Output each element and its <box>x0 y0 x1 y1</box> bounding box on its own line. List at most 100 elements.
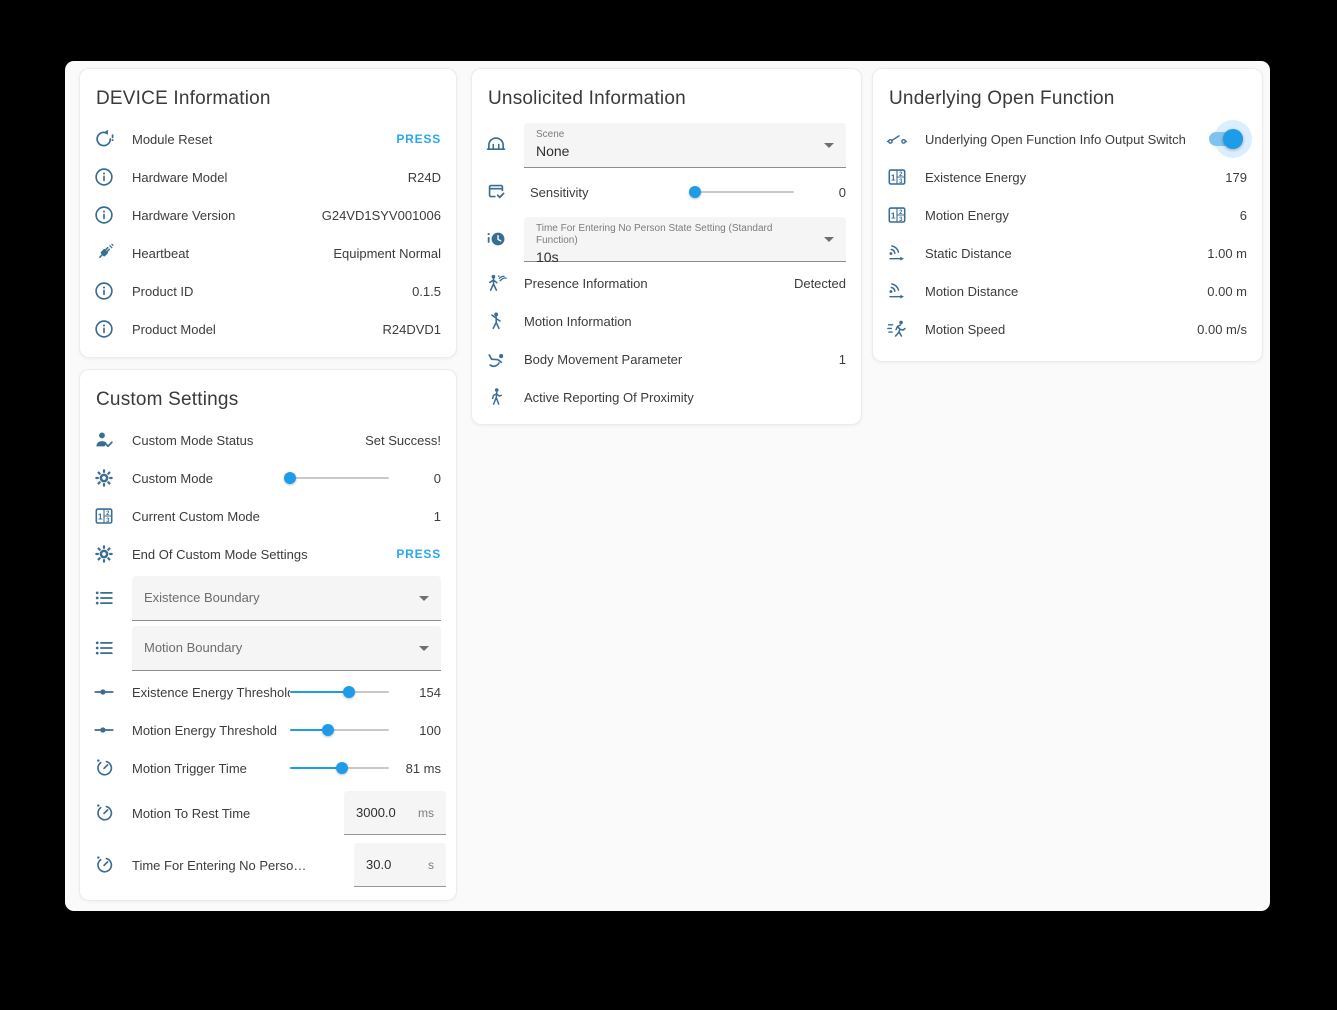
info-icon <box>92 317 116 341</box>
row-value: Equipment Normal <box>333 246 441 261</box>
slider-threshold-icon <box>92 680 116 704</box>
run-fast-icon <box>885 317 909 341</box>
row-info-output-switch: Underlying Open Function Info Output Swi… <box>873 120 1262 158</box>
row-presence-information: Presence Information Detected <box>472 264 861 302</box>
input-unit: s <box>428 858 434 872</box>
row-label: End Of Custom Mode Settings <box>132 547 396 562</box>
toggle-thumb[interactable] <box>1223 129 1243 149</box>
trigger-time-value: 81 ms <box>397 761 441 776</box>
motion-energy-threshold-slider-row: Motion Energy Threshold 100 <box>80 711 456 749</box>
row-label: Presence Information <box>524 276 794 291</box>
slider-fill <box>290 767 342 769</box>
slider-thumb[interactable] <box>322 724 334 736</box>
numeric-123-icon <box>885 165 909 189</box>
row-label: Time For Entering No Perso… <box>132 858 344 873</box>
row-label: Body Movement Parameter <box>524 352 839 367</box>
page-title-device-information: DEVICE Information <box>80 69 456 120</box>
no-person-time-select-row: Time For Entering No Person State Settin… <box>472 214 861 264</box>
existence-energy-threshold-slider-row: Existence Energy Threshold 154 <box>80 673 456 711</box>
timer-icon <box>92 853 116 877</box>
select-label: Scene <box>536 129 812 141</box>
row-product-id: Product ID 0.1.5 <box>80 272 456 310</box>
scene-select[interactable]: Scene None <box>524 123 846 168</box>
existence-boundary-select-row: Existence Boundary <box>80 573 456 623</box>
row-body-movement-parameter: Body Movement Parameter 1 <box>472 340 861 378</box>
existence-energy-threshold-slider[interactable] <box>290 685 389 699</box>
row-label: Product ID <box>132 284 412 299</box>
row-existence-energy: Existence Energy 179 <box>873 158 1262 196</box>
row-value: 1 <box>839 352 846 367</box>
row-motion-speed: Motion Speed 0.00 m/s <box>873 310 1262 348</box>
row-value: 1 <box>434 509 441 524</box>
input-value: 3000.0 <box>356 805 396 820</box>
gear-icon <box>92 542 116 566</box>
select-label: Time For Entering No Person State Settin… <box>536 223 812 247</box>
input-value: 30.0 <box>366 857 391 872</box>
motion-boundary-select-row: Motion Boundary <box>80 623 456 673</box>
info-icon <box>92 165 116 189</box>
chevron-down-icon <box>824 143 834 148</box>
row-value: 1.00 m <box>1207 246 1247 261</box>
row-heartbeat: Heartbeat Equipment Normal <box>80 234 456 272</box>
info-icon <box>92 279 116 303</box>
module-reset-press-button[interactable]: PRESS <box>396 132 441 146</box>
row-label: Motion Energy Threshold <box>132 723 290 738</box>
slider-thumb[interactable] <box>284 472 296 484</box>
row-label: Custom Mode <box>132 471 290 486</box>
row-end-of-custom-mode-settings: End Of Custom Mode Settings PRESS <box>80 535 456 573</box>
row-label: Hardware Model <box>132 170 408 185</box>
row-label: Motion Speed <box>925 322 1197 337</box>
row-label: Motion Trigger Time <box>132 761 290 776</box>
row-motion-information: Motion Information <box>472 302 861 340</box>
signal-distance-icon <box>885 241 909 265</box>
chevron-down-icon <box>419 596 429 601</box>
row-label: Underlying Open Function Info Output Swi… <box>925 132 1199 147</box>
walking-person-icon <box>484 385 508 409</box>
sensitivity-value: 0 <box>802 185 846 200</box>
motion-trigger-time-slider-row: Motion Trigger Time 81 ms <box>80 749 456 787</box>
slider-track[interactable] <box>290 477 389 479</box>
row-static-distance: Static Distance 1.00 m <box>873 234 1262 272</box>
threshold-value: 100 <box>397 723 441 738</box>
custom-settings-card: Custom Settings Custom Mode Status Set S… <box>79 369 457 901</box>
unsolicited-information-card: Unsolicited Information Scene None Sensi… <box>471 68 862 425</box>
row-value: 0.00 m <box>1207 284 1247 299</box>
motion-trigger-time-slider[interactable] <box>290 761 389 775</box>
scene-select-row: Scene None <box>472 120 861 170</box>
clock-dots-icon <box>484 227 508 251</box>
restart-alert-icon <box>92 127 116 151</box>
row-value: 179 <box>1225 170 1247 185</box>
account-check-icon <box>92 428 116 452</box>
slider-thumb[interactable] <box>689 186 701 198</box>
motion-to-rest-time-input[interactable]: 3000.0 ms <box>344 791 446 835</box>
existence-boundary-select[interactable]: Existence Boundary <box>132 576 441 621</box>
info-icon <box>92 203 116 227</box>
select-label: Motion Boundary <box>144 640 242 655</box>
sensitivity-slider-row: Sensitivity 0 <box>472 170 861 214</box>
select-value: 10s <box>536 249 812 265</box>
row-custom-mode-status: Custom Mode Status Set Success! <box>80 421 456 459</box>
row-label: Hardware Version <box>132 208 322 223</box>
gear-icon <box>92 466 116 490</box>
row-module-reset: Module Reset PRESS <box>80 120 456 158</box>
motion-energy-threshold-slider[interactable] <box>290 723 389 737</box>
timer-icon <box>92 801 116 825</box>
end-custom-mode-press-button[interactable]: PRESS <box>396 547 441 561</box>
motion-boundary-select[interactable]: Motion Boundary <box>132 626 441 671</box>
custom-mode-slider[interactable] <box>290 471 389 485</box>
no-person-time-input[interactable]: 30.0 s <box>354 843 446 887</box>
electric-switch-icon <box>885 127 909 151</box>
input-unit: ms <box>418 806 434 820</box>
select-value: None <box>536 143 812 159</box>
no-person-time-select[interactable]: Time For Entering No Person State Settin… <box>524 217 846 262</box>
slider-thumb[interactable] <box>336 762 348 774</box>
select-label: Existence Boundary <box>144 590 260 605</box>
slider-track[interactable] <box>695 191 794 193</box>
row-motion-distance: Motion Distance 0.00 m <box>873 272 1262 310</box>
row-label: Active Reporting Of Proximity <box>524 390 846 405</box>
row-product-model: Product Model R24DVD1 <box>80 310 456 348</box>
sensitivity-slider[interactable] <box>695 185 794 199</box>
slider-thumb[interactable] <box>343 686 355 698</box>
row-motion-energy: Motion Energy 6 <box>873 196 1262 234</box>
info-output-toggle[interactable] <box>1207 120 1247 158</box>
